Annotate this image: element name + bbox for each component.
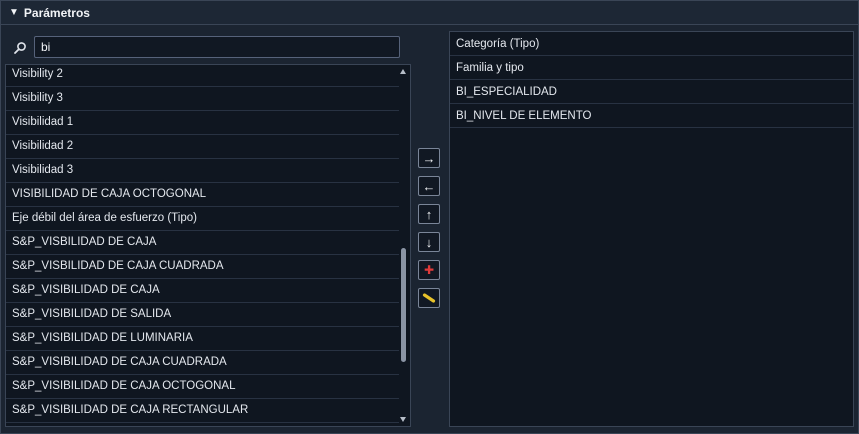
list-item[interactable]: BI_ESPECIALIDAD <box>450 80 853 104</box>
triangle-down-icon[interactable]: ▼ <box>9 7 19 18</box>
selected-parameters-rows: Categoría (Tipo) Familia y tipo BI_ESPECIA… <box>450 32 853 128</box>
scroll-down-arrow-icon[interactable] <box>400 417 406 422</box>
list-item[interactable]: Visibilidad 2 <box>6 135 399 159</box>
edit-parameter-button[interactable] <box>418 288 440 308</box>
list-item[interactable]: S&P_VISIBILIDAD DE SALIDA <box>6 303 399 327</box>
list-item[interactable]: S&P_VISIBILIDAD DE CAJA <box>6 279 399 303</box>
list-item[interactable]: S&P_VISBILIDAD DE CAJA CUADRADA <box>6 255 399 279</box>
add-parameter-button[interactable]: ✚ <box>418 260 440 280</box>
list-item[interactable]: Categoría (Tipo) <box>450 32 853 56</box>
list-item[interactable]: S&P_VISBILIDAD DE CAJA <box>6 231 399 255</box>
search-input[interactable] <box>34 36 400 58</box>
scroll-up-arrow-icon[interactable] <box>400 69 406 74</box>
list-item[interactable]: BI_NIVEL DE ELEMENTO <box>450 104 853 128</box>
pencil-icon <box>422 293 436 303</box>
arrow-left-icon: ← <box>422 178 436 194</box>
add-to-selected-button[interactable]: → <box>418 148 440 168</box>
list-item[interactable]: Eje débil del área de esfuerzo (Tipo) <box>6 207 399 231</box>
list-item[interactable]: S&P_VISIBILIDAD DE CAJA OCTOGONAL <box>6 375 399 399</box>
move-up-button[interactable]: ↑ <box>418 204 440 224</box>
panel-title: Parámetros <box>23 5 90 20</box>
search-icon <box>14 42 26 54</box>
list-item[interactable]: Familia y tipo <box>450 56 853 80</box>
plus-icon: ✚ <box>423 263 435 277</box>
list-item[interactable]: S&P_VISIBILIDAD DE CAJA CUADRADA <box>6 351 399 375</box>
parameters-panel: ▼ Parámetros Visibility 2Visibility 3Vis… <box>0 0 859 434</box>
selected-parameters-list[interactable]: Categoría (Tipo) Familia y tipo BI_ESPECIA… <box>449 31 854 427</box>
list-item[interactable]: Visibilidad 1 <box>6 111 399 135</box>
arrow-right-icon: → <box>422 150 436 166</box>
list-item[interactable]: Visibility 2 <box>6 65 399 87</box>
arrow-up-icon: ↑ <box>425 206 433 222</box>
vertical-scrollbar[interactable] <box>399 65 409 426</box>
list-item[interactable]: Visibilidad 3 <box>6 159 399 183</box>
list-item[interactable]: Visibility 3 <box>6 87 399 111</box>
list-item[interactable]: S&P_VISIBILIDAD DE CAJA RECTANGULAR <box>6 399 399 423</box>
transfer-buttons: → ← ↑ ↓ ✚ <box>418 148 442 316</box>
panel-header[interactable]: ▼ Parámetros <box>1 1 858 25</box>
remove-from-selected-button[interactable]: ← <box>418 176 440 196</box>
scrollbar-thumb[interactable] <box>401 248 406 362</box>
arrow-down-icon: ↓ <box>425 234 433 250</box>
list-item[interactable]: VISIBILIDAD DE CAJA OCTOGONAL <box>6 183 399 207</box>
available-parameters-rows: Visibility 2 Visibility 3 Visibilidad 1 Vis… <box>6 65 399 423</box>
available-parameters-list[interactable]: Visibility 2 Visibility 3 Visibilidad 1 Vis… <box>5 64 411 427</box>
list-item[interactable]: S&P_VISIBILIDAD DE LUMINARIA <box>6 327 399 351</box>
move-down-button[interactable]: ↓ <box>418 232 440 252</box>
